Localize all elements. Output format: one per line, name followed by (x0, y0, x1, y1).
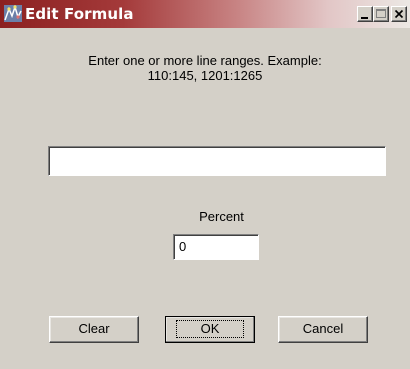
line-ranges-input[interactable] (48, 146, 386, 176)
cancel-button[interactable]: Cancel (278, 316, 368, 343)
percent-label: Percent (199, 209, 244, 224)
app-logo-icon (4, 4, 22, 22)
percent-input[interactable]: 0 (173, 234, 259, 260)
edit-formula-dialog: Edit Formula Enter one or more line rang… (0, 0, 410, 369)
window-title: Edit Formula (25, 5, 134, 23)
example-text: 110:145, 1201:1265 (147, 68, 263, 83)
instruction-text: Enter one or more line ranges. Example: (88, 53, 322, 68)
minimize-button[interactable] (357, 6, 373, 22)
close-button[interactable] (391, 6, 407, 22)
clear-button[interactable]: Clear (49, 316, 139, 343)
maximize-button[interactable] (373, 6, 389, 22)
ok-button-label: OK (175, 320, 245, 338)
title-bar[interactable]: Edit Formula (0, 0, 410, 28)
ok-button[interactable]: OK (165, 316, 255, 343)
